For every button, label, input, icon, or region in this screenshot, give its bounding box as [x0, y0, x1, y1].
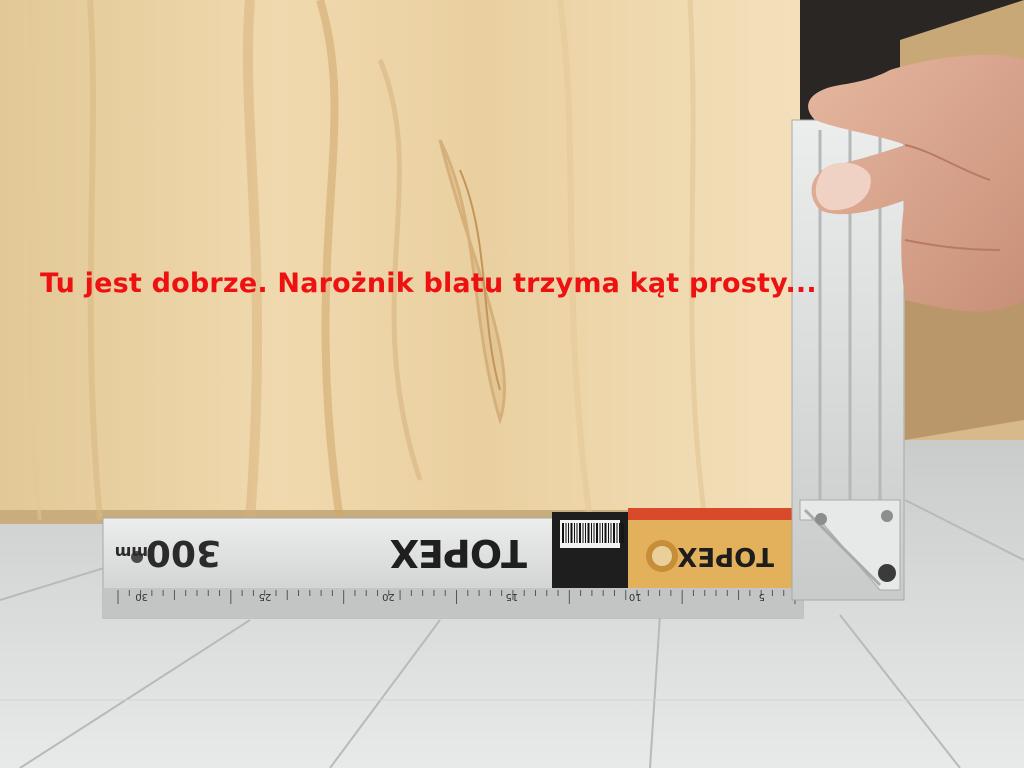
barcode-bar [591, 523, 592, 543]
barcode-sticker [552, 512, 628, 588]
barcode-bar [585, 523, 586, 543]
photo-caption: Tu jest dobrze. Narożnik blatu trzyma ką… [40, 268, 817, 299]
barcode-bar [619, 523, 620, 543]
ruler-size-label: 300 [146, 532, 221, 573]
barcode-bar [596, 523, 598, 543]
barcode-bar [562, 523, 564, 543]
barcode-bar [570, 523, 573, 543]
barcode-bar [587, 523, 590, 543]
photo-scene: 30 25 20 15 10 5 300 mm TOPEX TOPEX [0, 0, 1024, 768]
ruler-unit-label: mm [115, 543, 148, 562]
barcode-bar [613, 523, 615, 543]
ruler-scale-label: 20 [382, 591, 395, 602]
price-sticker: TOPEX [628, 508, 792, 588]
barcode-bar [604, 523, 607, 543]
barcode-bar [602, 523, 603, 543]
wooden-board [0, 0, 800, 524]
ruler-brand-logo: TOPEX [390, 531, 527, 575]
barcode-bar [608, 523, 609, 543]
ruler-scale-label: 5 [759, 591, 765, 602]
barcode-bar [568, 523, 569, 543]
barcode-bar [565, 523, 567, 543]
barcode-bar [579, 523, 581, 543]
barcode-bar [582, 523, 584, 543]
barcode-bar [610, 523, 612, 543]
barcode-bar [574, 523, 575, 543]
ruler-scale-label: 10 [629, 591, 642, 602]
ruler-scale-label: 25 [259, 591, 272, 602]
ruler-scale-label: 15 [505, 591, 518, 602]
barcode-bar [576, 523, 578, 543]
barcode-bar [621, 523, 624, 543]
barcode-bar [593, 523, 595, 543]
barcode-bar [616, 523, 618, 543]
ruler-scale-label: 30 [135, 591, 148, 602]
sticker-brand-logo: TOPEX [677, 541, 774, 571]
barcode-bar [599, 523, 601, 543]
